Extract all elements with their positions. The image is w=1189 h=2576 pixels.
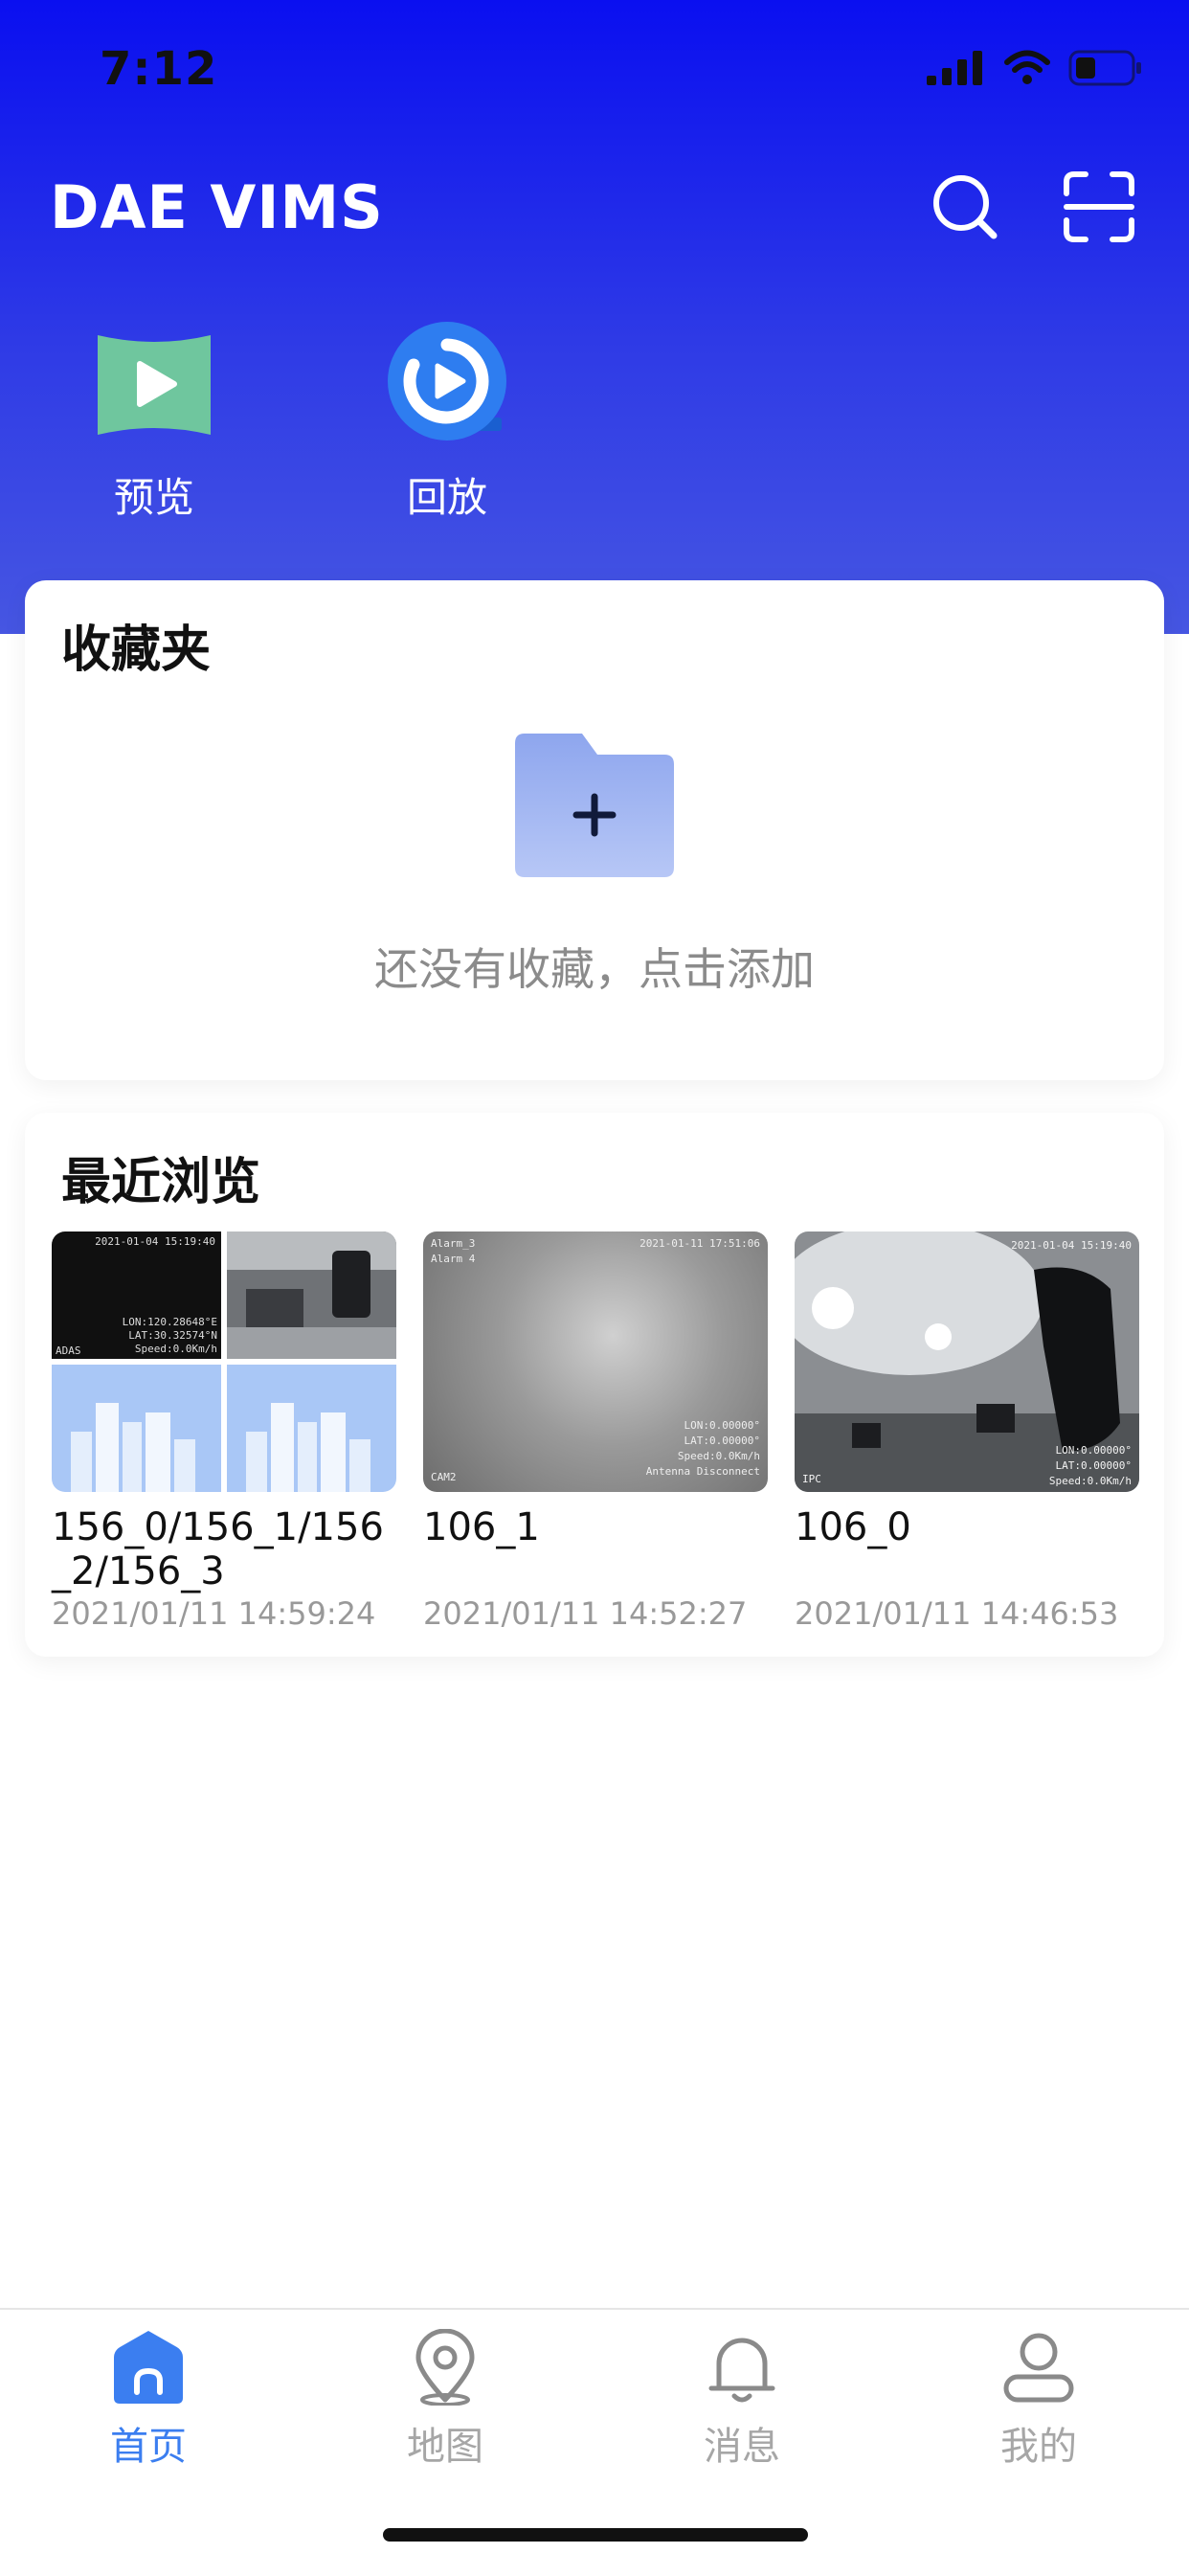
quick-action-playback[interactable]: 回放 xyxy=(356,322,538,524)
recent-card: 最近浏览 2021-01-04 15:19:40 LON:120.28648°E… xyxy=(25,1113,1164,1657)
recent-thumbnail-106-0: 2021-01-04 15:19:40 LON:0.00000° LAT:0.0… xyxy=(795,1232,1139,1492)
home-indicator xyxy=(383,2528,808,2542)
recent-item-name: 156_0/156_1/156_2/156_3 xyxy=(52,1505,384,1593)
status-time: 7:12 xyxy=(100,42,218,96)
recent-item-name: 106_1 xyxy=(423,1505,540,1549)
overlay-lat: LAT:30.32574°N xyxy=(128,1329,217,1342)
add-favorite-button[interactable] xyxy=(515,734,674,877)
channel-156-1 xyxy=(227,1232,396,1359)
overlay-time: 2021-01-04 15:19:40 xyxy=(1011,1239,1132,1252)
overlay-alarm-3: Alarm_3 xyxy=(431,1237,476,1250)
recent-item-time: 2021/01/11 14:52:27 xyxy=(423,1595,748,1632)
home-icon xyxy=(114,2331,183,2404)
battery-icon xyxy=(1068,50,1141,86)
quick-action-preview[interactable]: 预览 xyxy=(63,322,245,524)
no-video-placeholder-icon xyxy=(52,1365,221,1492)
tab-home-label: 首页 xyxy=(110,2425,187,2469)
recent-item-multi[interactable]: 2021-01-04 15:19:40 LON:120.28648°E LAT:… xyxy=(52,1232,396,1632)
bell-icon xyxy=(708,2338,775,2403)
overlay-lon: LON:120.28648°E xyxy=(122,1316,217,1328)
overlay-lat: LAT:0.00000° xyxy=(684,1435,760,1447)
tab-messages[interactable]: 消息 xyxy=(646,2329,838,2471)
overlay-speed: Speed:0.0Km/h xyxy=(677,1450,760,1462)
favorites-title: 收藏夹 xyxy=(61,621,212,679)
overlay-lat: LAT:0.00000° xyxy=(1055,1459,1132,1472)
playback-icon xyxy=(388,322,506,441)
overlay-lon: LON:0.00000° xyxy=(1055,1444,1132,1457)
recent-item-time: 2021/01/11 14:46:53 xyxy=(795,1595,1119,1632)
overlay-camera: IPC xyxy=(802,1473,821,1485)
preview-play-icon xyxy=(98,335,211,435)
quick-action-playback-label: 回放 xyxy=(406,474,487,521)
tab-messages-label: 消息 xyxy=(704,2425,780,2469)
cellular-signal-icon xyxy=(927,51,982,85)
search-button[interactable] xyxy=(927,169,1003,245)
wifi-icon xyxy=(1004,50,1050,84)
quick-action-preview-label: 预览 xyxy=(113,474,194,521)
tab-home[interactable]: 首页 xyxy=(53,2329,244,2471)
overlay-lon: LON:0.00000° xyxy=(684,1419,760,1432)
scan-button[interactable] xyxy=(1061,169,1137,245)
recent-item-106-0[interactable]: 2021-01-04 15:19:40 LON:0.00000° LAT:0.0… xyxy=(795,1232,1139,1632)
tab-profile-label: 我的 xyxy=(1000,2425,1077,2469)
recent-thumbnail-multi: 2021-01-04 15:19:40 LON:120.28648°E LAT:… xyxy=(52,1232,396,1492)
profile-icon xyxy=(1003,2333,1074,2403)
map-pin-icon xyxy=(415,2328,475,2407)
overlay-alarm-4: Alarm 4 xyxy=(431,1253,476,1265)
overlay-speed: Speed:0.0Km/h xyxy=(1048,1475,1132,1487)
tab-profile[interactable]: 我的 xyxy=(943,2329,1134,2471)
overlay-camera: CAM2 xyxy=(431,1471,457,1483)
status-icons xyxy=(927,50,1143,86)
favorites-card: 收藏夹 还没有收藏，点击添加 xyxy=(25,580,1164,1080)
header-background: 7:12 DAE VIMS 预览 回放 xyxy=(0,0,1189,634)
recent-title: 最近浏览 xyxy=(61,1154,261,1211)
favorites-empty-text[interactable]: 还没有收藏，点击添加 xyxy=(25,935,1164,998)
overlay-speed: Speed:0.0Km/h xyxy=(134,1343,217,1355)
channel-156-0: 2021-01-04 15:19:40 LON:120.28648°E LAT:… xyxy=(52,1232,221,1359)
add-folder-icon xyxy=(515,734,674,877)
recent-item-time: 2021/01/11 14:59:24 xyxy=(52,1595,376,1632)
tab-map[interactable]: 地图 xyxy=(349,2328,541,2471)
recent-item-106-1[interactable]: Alarm_3 Alarm 4 2021-01-11 17:51:06 LON:… xyxy=(423,1232,768,1632)
overlay-time: 2021-01-11 17:51:06 xyxy=(639,1237,760,1250)
overlay-time: 2021-01-04 15:19:40 xyxy=(95,1235,215,1248)
overlay-label: ADAS xyxy=(56,1344,81,1357)
recent-thumbnail-106-1: Alarm_3 Alarm 4 2021-01-11 17:51:06 LON:… xyxy=(423,1232,768,1492)
channel-156-2 xyxy=(52,1365,221,1492)
office-camera-thumb xyxy=(227,1232,396,1359)
no-video-placeholder-icon xyxy=(227,1365,396,1492)
status-bar: 7:12 xyxy=(0,0,1189,144)
tab-map-label: 地图 xyxy=(407,2425,483,2469)
channel-156-3 xyxy=(227,1365,396,1492)
recent-item-name: 106_0 xyxy=(795,1505,911,1549)
overlay-antenna: Antenna Disconnect xyxy=(645,1465,760,1478)
scan-icon xyxy=(1064,171,1134,242)
app-title: DAE VIMS xyxy=(50,172,384,242)
search-icon xyxy=(933,175,998,239)
